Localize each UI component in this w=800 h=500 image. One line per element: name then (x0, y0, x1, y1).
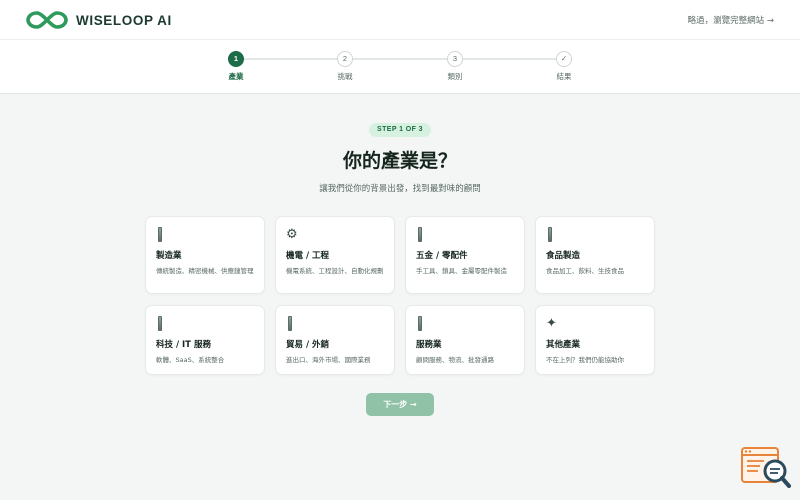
card-description: 傳統製造、精密機械、供應鏈管理 (156, 267, 254, 275)
brand-logo[interactable]: WISELOOP AI (26, 9, 172, 31)
industry-card-manufacturing[interactable]: 製造業 傳統製造、精密機械、供應鏈管理 (145, 216, 265, 294)
step-industry: 1 產業 (206, 51, 266, 82)
card-title: 五金 / 零配件 (416, 251, 468, 261)
card-description: 手工具、鎖具、金屬零配件製造 (416, 267, 507, 275)
card-title: 製造業 (156, 251, 182, 261)
card-description: 進出口、海外市場、國際業務 (286, 356, 371, 364)
card-description: 機電系統、工程設計、自動化規劃 (286, 267, 384, 275)
food-icon (546, 227, 644, 243)
bolt-icon (416, 227, 514, 243)
card-title: 服務業 (416, 340, 442, 350)
industry-card-tech[interactable]: 科技 / IT 服務 軟體、SaaS、系統整合 (145, 305, 265, 375)
page-title: 你的產業是？ (342, 150, 457, 172)
sparkle-icon: ✦ (546, 316, 557, 331)
search-window-icon[interactable] (740, 444, 792, 490)
industry-card-services[interactable]: 服務業 顧問服務、物流、批發通路 (405, 305, 525, 375)
card-title: 科技 / IT 服務 (156, 340, 211, 350)
step-label: 類別 (447, 72, 463, 81)
card-description: 軟體、SaaS、系統整合 (156, 356, 225, 364)
industry-card-food[interactable]: 食品製造 食品加工、飲料、生技食品 (535, 216, 655, 294)
step-number: 1 (228, 51, 244, 67)
step-category: 3 類別 (425, 51, 485, 82)
check-icon: ✓ (556, 51, 572, 67)
handshake-icon (416, 316, 514, 332)
industry-card-trade[interactable]: 貿易 / 外銷 進出口、海外市場、國際業務 (275, 305, 395, 375)
page-subtitle: 讓我們從你的背景出發，找到最對味的顧問 (319, 184, 481, 194)
ship-icon (286, 316, 384, 332)
step-challenge: 2 挑戰 (315, 51, 375, 82)
stepper-track (236, 58, 564, 60)
gear-icon: ⚙ (286, 227, 298, 242)
card-description: 食品加工、飲料、生技食品 (546, 267, 624, 275)
card-title: 機電 / 工程 (286, 251, 330, 261)
card-description: 不在上列？我們仍能協助你 (546, 356, 624, 364)
step-number: 3 (447, 51, 463, 67)
laptop-icon (156, 316, 254, 332)
infinity-logo-icon (26, 11, 68, 29)
industry-card-mechatronics[interactable]: ⚙ 機電 / 工程 機電系統、工程設計、自動化規劃 (275, 216, 395, 294)
step-label: 結果 (556, 72, 572, 81)
next-step-button[interactable]: 下一步 → (366, 393, 434, 416)
step-label: 挑戰 (337, 72, 353, 81)
industry-card-other[interactable]: ✦ 其他產業 不在上列？我們仍能協助你 (535, 305, 655, 375)
card-description: 顧問服務、物流、批發通路 (416, 356, 494, 364)
card-title: 其他產業 (546, 340, 581, 350)
brand-name: WISELOOP AI (76, 12, 172, 28)
card-title: 貿易 / 外銷 (286, 340, 330, 350)
building-icon (156, 227, 254, 243)
progress-stepper: 1 產業 2 挑戰 3 類別 ✓ 結果 (0, 40, 800, 94)
step-badge: STEP 1 OF 3 (369, 123, 431, 137)
step-number: 2 (337, 51, 353, 67)
industry-card-hardware[interactable]: 五金 / 零配件 手工具、鎖具、金屬零配件製造 (405, 216, 525, 294)
card-title: 食品製造 (546, 251, 581, 261)
step-label: 產業 (228, 72, 244, 81)
skip-to-site-link[interactable]: 略過，瀏覽完整網站 → (688, 14, 774, 26)
step-result: ✓ 結果 (534, 51, 594, 82)
top-navbar: WISELOOP AI 略過，瀏覽完整網站 → (0, 0, 800, 40)
